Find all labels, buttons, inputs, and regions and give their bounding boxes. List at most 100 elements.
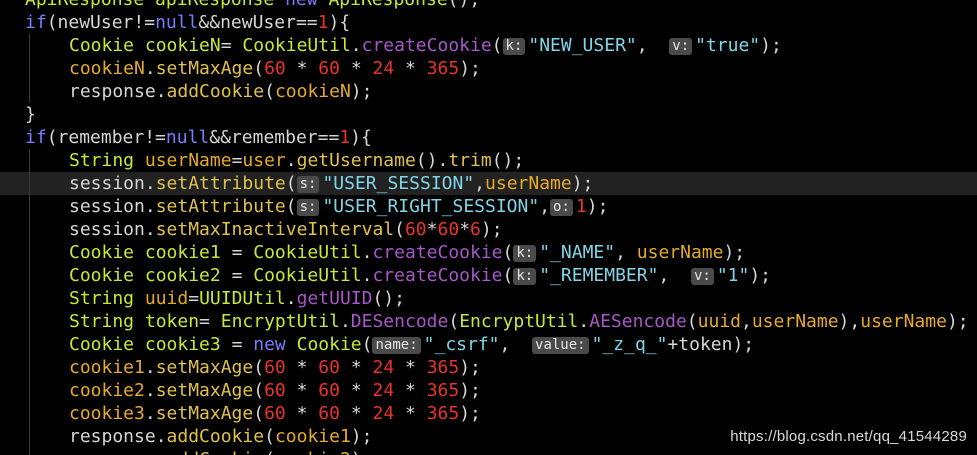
code-token-type: UUIDUtil [199,288,286,309]
code-line[interactable]: Cookie cookie3 = new Cookie(name: "_csrf"… [0,333,977,356]
code-token-default: . [144,357,156,378]
code-token-default: ); [459,380,481,401]
indent-guide [29,149,30,172]
indent-guide [29,34,30,57]
code-token-default: ); [459,403,481,424]
code-line[interactable]: cookieN.setMaxAge(60 * 60 * 24 * 365); [0,57,977,80]
code-token-default: &&newUser== [198,12,318,33]
code-token-static-method: createCookie [361,35,492,56]
code-line[interactable]: } [0,103,977,126]
code-token-keyword: if [25,127,47,148]
code-token-default: . [144,380,156,401]
code-token-default: } [25,104,36,125]
code-token-method: setAttribute [155,196,286,217]
parameter-hint: k: [513,268,537,285]
code-token-variable: userName [751,311,839,332]
code-line[interactable]: ApiResponse apiResponse new ApiResponse(… [0,0,977,11]
code-token-string: "_NAME" [539,242,616,263]
code-line[interactable]: session.setAttribute(s: "USER_RIGHT_SESSI… [0,195,977,218]
code-token-default: , [658,265,691,286]
code-token-type: CookieUtil [253,265,362,286]
code-line[interactable]: session.setMaxInactiveInterval(60*60*6); [0,218,977,241]
code-token-type: ApiResponse apiResponse [25,0,285,10]
code-token-default: = [188,288,200,309]
code-token-default: &&remember== [209,127,340,148]
code-text: String uuid=UUIDUtil.getUUID(); [69,287,405,310]
code-token-default: ( [264,449,275,455]
parameter-hint: v: [690,268,714,285]
code-token-default: ( [502,242,514,263]
code-token-default: . [144,403,156,424]
indent-guide [29,448,30,455]
code-token-default: ( [448,311,460,332]
code-text: response.addCookie(cookie1); [69,425,372,448]
code-line[interactable]: String uuid=UUIDUtil.getUUID(); [0,287,977,310]
code-token-string: "USER_RIGHT_SESSION" [322,196,540,217]
code-token-default: (remember!= [46,127,166,148]
code-token-default: . [144,58,156,79]
code-line[interactable]: response.addCookie(cookieN); [0,80,977,103]
code-line[interactable]: cookie3.setMaxAge(60 * 60 * 24 * 365); [0,402,977,425]
code-token-number: 365 [426,403,460,424]
code-token-string: "USER_SESSION" [322,173,475,194]
code-token-variable: userName [144,150,232,171]
code-token-number: 1 [317,12,329,33]
code-token-default: , [741,311,752,332]
code-token-variable: cookie2 [69,380,145,401]
code-token-default: ( [686,311,698,332]
code-token-default: (); [448,0,481,10]
code-token-default: . [578,311,590,332]
indent-guide [29,80,30,103]
code-token-default: ( [285,173,297,194]
code-token-default: = [231,334,254,355]
code-text: Cookie cookieN= CookieUtil.createCookie(… [69,34,782,57]
indent-guide [29,218,30,241]
code-line[interactable]: response.addCookie(cookie2); [0,448,977,455]
code-token-type: Cookie cookie3 [69,334,232,355]
code-token-default: * [394,58,427,79]
code-token-default: * [339,357,373,378]
code-line[interactable]: Cookie cookie2 = CookieUtil.createCookie… [0,264,977,287]
code-text: session.setAttribute(s: "USER_SESSION",us… [69,172,593,195]
code-token-variable: user [242,150,286,171]
watermark-url: https://blog.csdn.net/qq_41544289 [730,428,967,445]
code-line[interactable]: cookie2.setMaxAge(60 * 60 * 24 * 365); [0,379,977,402]
code-token-default: * [285,58,319,79]
code-line[interactable]: if(remember!=null&&remember==1){ [0,126,977,149]
code-token-method: getUsername [296,150,416,171]
code-token-default: . [144,219,156,240]
code-token-string: "_csrf" [423,334,500,355]
code-token-type: Cookie [296,334,362,355]
code-token-default: = [199,311,221,332]
code-token-default: , [539,196,551,217]
code-line[interactable]: Cookie cookieN= CookieUtil.createCookie(… [0,34,977,57]
code-token-default: response [69,449,156,455]
code-token-default: * [339,403,373,424]
code-token-default: +token); [667,334,755,355]
code-token-default: ); [350,81,373,102]
code-line[interactable]: String userName=user.getUsername().trim(… [0,149,977,172]
code-token-number: 24 [372,58,395,79]
code-token-type: ApiResponse [328,0,447,10]
code-token-default: . [361,265,373,286]
code-line[interactable]: if(newUser!=null&&newUser==1){ [0,11,977,34]
code-token-method: addCookie [167,449,265,455]
code-line[interactable]: Cookie cookie1 = CookieUtil.createCookie… [0,241,977,264]
code-token-default: response [69,81,156,102]
code-token-default: = [231,242,254,263]
code-token-number: 60 [404,219,427,240]
code-editor[interactable]: ApiResponse apiResponse new ApiResponse(… [0,0,977,455]
code-token-default: * [285,403,319,424]
code-token-keyword: new [285,0,328,10]
code-token-default: ){ [350,127,372,148]
code-line-current[interactable]: session.setAttribute(s: "USER_SESSION",us… [0,172,977,195]
code-text: Cookie cookie3 = new Cookie(name: "_csrf"… [69,333,754,356]
code-token-keyword: if [25,12,47,33]
code-token-string: "1" [716,265,750,286]
code-token-number: 60 [318,403,340,424]
code-text: if(newUser!=null&&newUser==1){ [25,11,350,34]
code-line[interactable]: String token= EncryptUtil.DESencode(Encr… [0,310,977,333]
code-token-method: addCookie [166,81,265,102]
code-token-default: . [156,449,167,455]
code-line[interactable]: cookie1.setMaxAge(60 * 60 * 24 * 365); [0,356,977,379]
